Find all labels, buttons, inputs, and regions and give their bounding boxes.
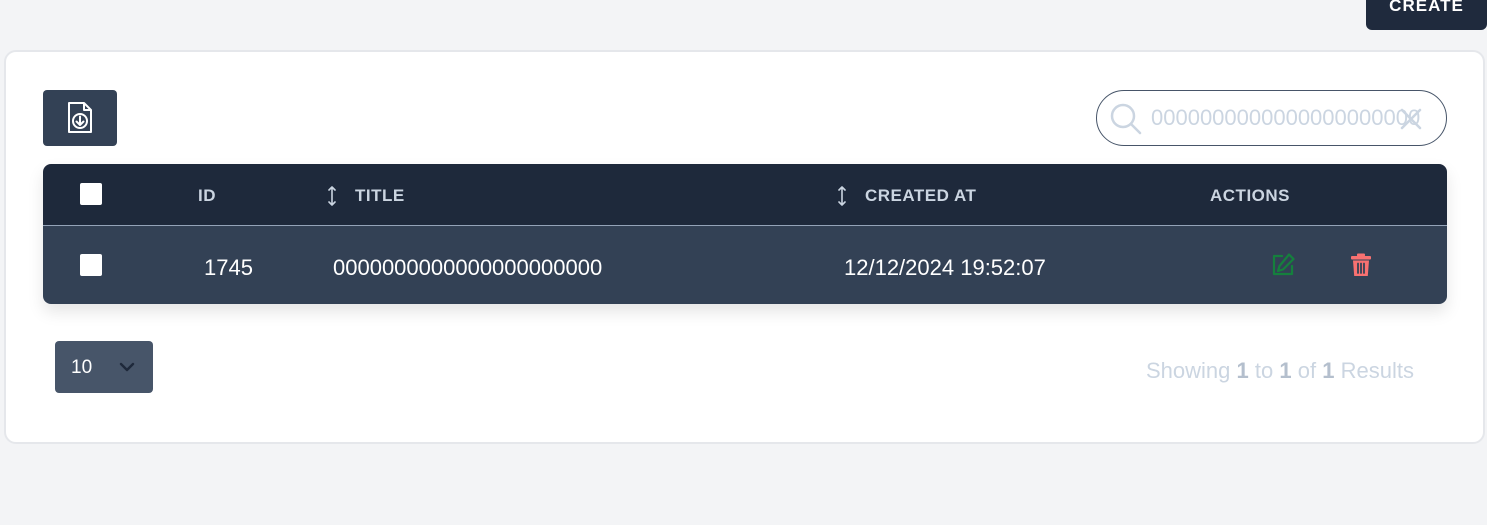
search-icon [1110, 103, 1142, 135]
row-checkbox[interactable] [80, 254, 102, 276]
summary-showing: Showing [1146, 358, 1231, 383]
trash-icon[interactable] [1348, 252, 1374, 278]
summary-to-word: to [1254, 358, 1274, 383]
summary-total: 1 [1322, 358, 1335, 383]
cell-created-at: 12/12/2024 19:52:07 [844, 255, 1046, 280]
sort-icon[interactable] [837, 186, 847, 206]
summary-of-word: of [1297, 358, 1317, 383]
column-header-id: ID [198, 186, 216, 205]
file-download-icon [68, 102, 92, 133]
close-icon[interactable] [1399, 107, 1423, 131]
data-table: ID TITLE CREATED AT ACTIONS 1745 0000000… [43, 164, 1447, 304]
search-field[interactable] [1096, 90, 1447, 146]
export-button[interactable] [43, 90, 117, 146]
table-header: ID TITLE CREATED AT ACTIONS [43, 164, 1447, 225]
table-row: 1745 0000000000000000000000 12/12/2024 1… [43, 226, 1447, 304]
summary-from: 1 [1236, 358, 1249, 383]
per-page-select[interactable]: 10 [55, 341, 153, 393]
summary-results-word: Results [1340, 358, 1414, 383]
select-all-checkbox[interactable] [80, 183, 102, 205]
sort-icon[interactable] [327, 186, 337, 206]
cell-id: 1745 [204, 255, 253, 280]
results-summary: Showing 1 to 1 of 1 Results [1146, 358, 1446, 384]
column-header-actions: ACTIONS [1210, 186, 1290, 205]
chevron-down-icon [119, 362, 135, 372]
per-page-value: 10 [71, 357, 93, 378]
summary-to: 1 [1279, 358, 1292, 383]
column-header-title[interactable]: TITLE [355, 186, 405, 206]
column-header-created-at[interactable]: CREATED AT [865, 186, 976, 206]
search-input[interactable] [1151, 91, 1431, 145]
create-button[interactable]: CREATE [1366, 0, 1487, 30]
cell-title: 0000000000000000000000 [333, 255, 603, 280]
edit-icon[interactable] [1270, 252, 1296, 278]
